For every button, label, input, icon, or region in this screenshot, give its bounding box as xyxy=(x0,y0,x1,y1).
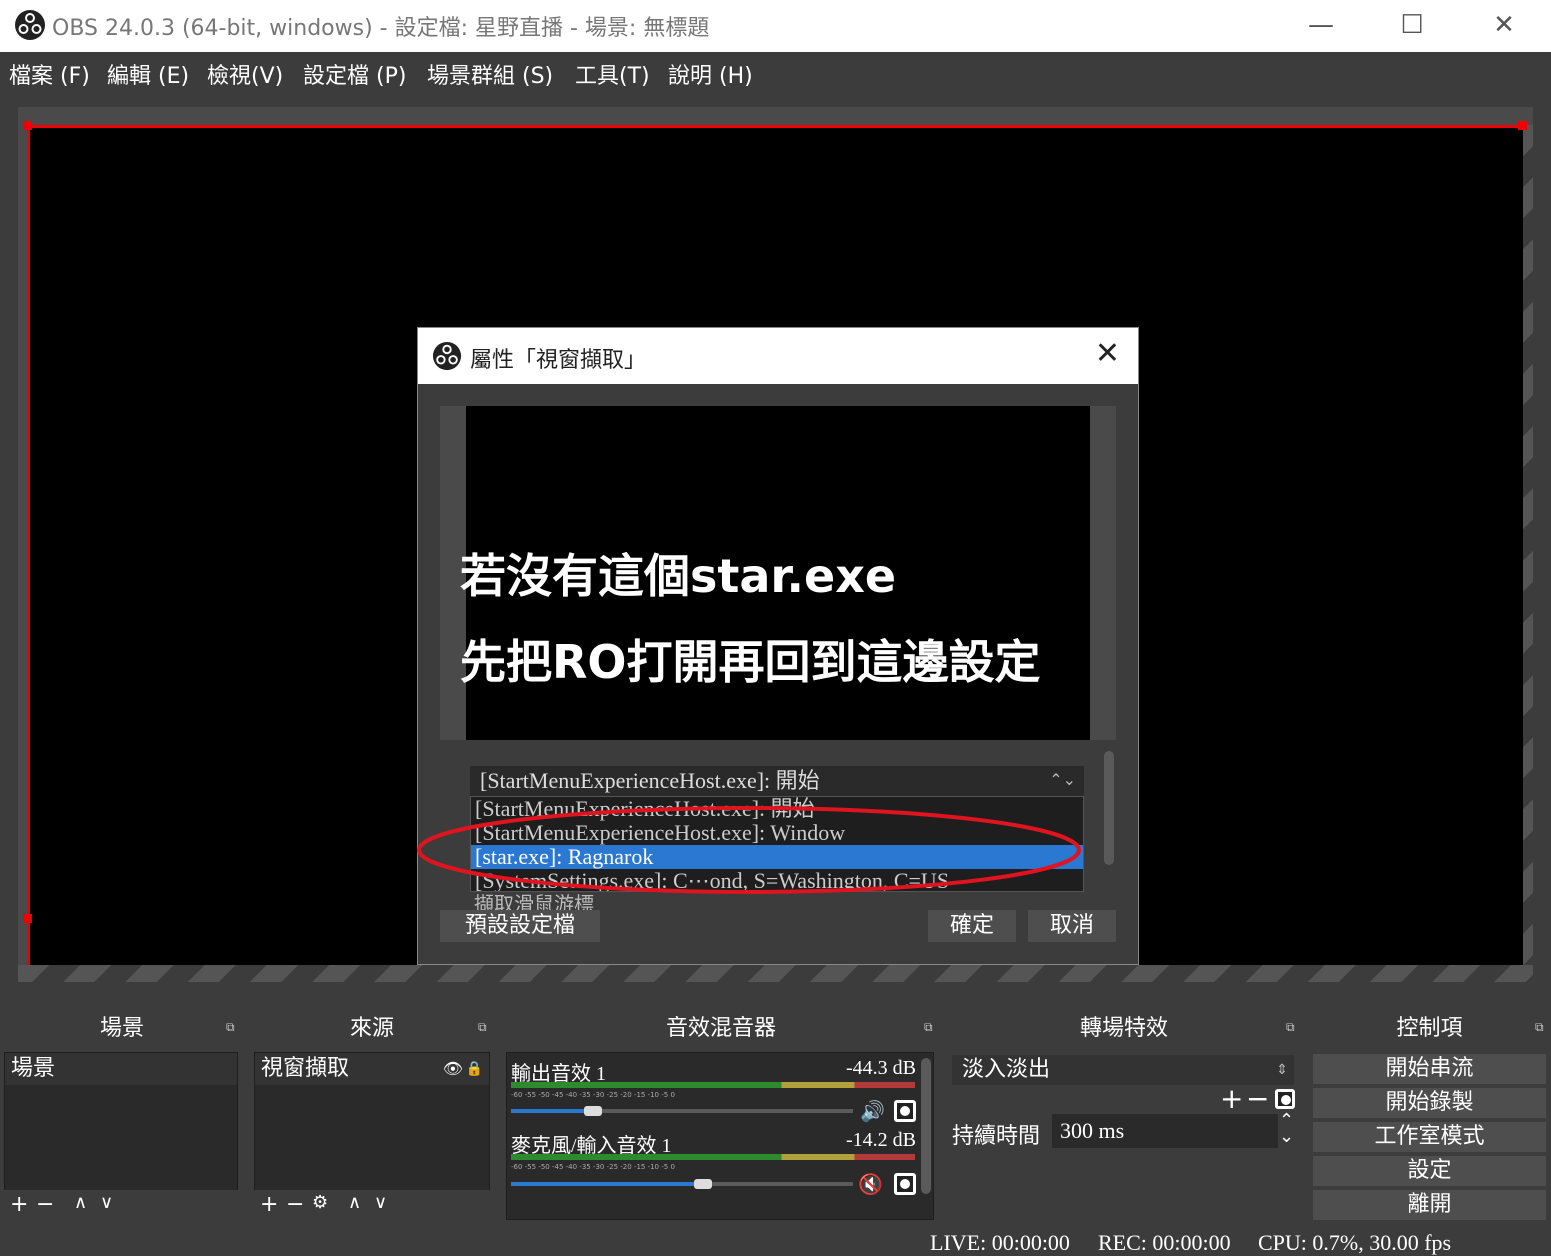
meter-ticks: -60 -55 -50 -45 -40 -35 -30 -25 -20 -15 … xyxy=(511,1091,675,1099)
volume-slider-fill xyxy=(511,1182,703,1186)
resize-handle-top-left[interactable] xyxy=(23,121,32,130)
scenes-list[interactable]: 場景 xyxy=(4,1052,238,1192)
dock-float-icon[interactable]: ⧉ xyxy=(226,1020,235,1035)
transition-select-value: 淡入淡出 xyxy=(962,1057,1051,1082)
volume-meter xyxy=(511,1154,915,1160)
minimize-button[interactable]: — xyxy=(1275,0,1367,52)
menu-scene-collection[interactable]: 場景群組 (S) xyxy=(427,58,553,90)
instruction-text-line2: 先把RO打開再回到這邊設定 xyxy=(460,635,1041,689)
mixer-scrollbar[interactable] xyxy=(921,1058,931,1194)
source-item[interactable]: 視窗擷取 👁 🔒 xyxy=(255,1053,489,1085)
defaults-button[interactable]: 預設設定檔 xyxy=(440,910,600,942)
dock-float-icon[interactable]: ⧉ xyxy=(1286,1020,1295,1035)
meter-ticks: -60 -55 -50 -45 -40 -35 -30 -25 -20 -15 … xyxy=(511,1163,675,1171)
window-dropdown-list[interactable]: [StartMenuExperienceHost.exe]: 開始 [Start… xyxy=(470,796,1084,892)
source-item-label: 視窗擷取 xyxy=(261,1056,350,1081)
volume-slider-knob[interactable] xyxy=(694,1179,712,1189)
transition-settings-icon[interactable] xyxy=(1275,1089,1295,1109)
resize-handle-top-right[interactable] xyxy=(1518,121,1527,130)
add-source-button[interactable]: + xyxy=(260,1192,278,1217)
eye-icon[interactable]: 👁 xyxy=(443,1053,463,1085)
volume-meter xyxy=(511,1082,915,1088)
menu-bar: 檔案 (F) 編輯 (E) 檢視(V) 設定檔 (P) 場景群組 (S) 工具(… xyxy=(0,52,1551,92)
scenes-toolbar: + − ∧ ∨ xyxy=(4,1190,238,1220)
move-down-button[interactable]: ∨ xyxy=(374,1192,387,1213)
remove-source-button[interactable]: − xyxy=(286,1192,304,1217)
remove-scene-button[interactable]: − xyxy=(36,1192,54,1217)
audio-settings-icon[interactable] xyxy=(894,1173,916,1195)
studio-mode-button[interactable]: 工作室模式 xyxy=(1313,1122,1546,1152)
resize-handle-left[interactable] xyxy=(23,914,32,923)
transitions-dock-title: 轉場特效 xyxy=(946,1010,1302,1048)
dock-float-icon[interactable]: ⧉ xyxy=(1535,1020,1544,1035)
volume-slider-knob[interactable] xyxy=(584,1106,602,1116)
start-recording-button[interactable]: 開始錄製 xyxy=(1313,1088,1546,1118)
dialog-close-icon[interactable]: ✕ xyxy=(1095,336,1120,371)
remove-transition-button[interactable]: − xyxy=(1246,1082,1269,1115)
dock-float-icon[interactable]: ⧉ xyxy=(478,1020,487,1035)
dock-float-icon[interactable]: ⧉ xyxy=(924,1020,933,1035)
dropdown-option[interactable]: [StartMenuExperienceHost.exe]: Window xyxy=(471,821,1083,845)
window-titlebar[interactable]: OBS 24.0.3 (64-bit, windows) - 設定檔: 星野直播… xyxy=(0,0,1551,52)
move-up-button[interactable]: ∧ xyxy=(74,1192,87,1213)
preview-edge-stripes-right xyxy=(1523,125,1533,982)
muted-speaker-icon[interactable]: 🔇 xyxy=(858,1172,883,1196)
menu-view[interactable]: 檢視(V) xyxy=(207,58,283,90)
transition-select[interactable]: 淡入淡出 ⇕ xyxy=(952,1055,1294,1085)
sources-dock-title: 來源 xyxy=(250,1010,494,1048)
move-down-button[interactable]: ∨ xyxy=(100,1192,113,1213)
dialog-title: 屬性「視窗擷取」 xyxy=(470,348,647,373)
obs-logo-icon xyxy=(432,341,462,371)
add-scene-button[interactable]: + xyxy=(10,1192,28,1217)
preview-edge-stripes-bottom xyxy=(18,965,1533,982)
window-title: OBS 24.0.3 (64-bit, windows) - 設定檔: 星野直播… xyxy=(52,16,710,41)
rec-timer: REC: 00:00:00 xyxy=(1098,1230,1231,1255)
menu-help[interactable]: 說明 (H) xyxy=(668,58,753,90)
dialog-titlebar[interactable]: 屬性「視窗擷取」 ✕ xyxy=(418,328,1138,384)
scenes-dock-title: 場景 xyxy=(0,1010,244,1048)
obs-logo-icon xyxy=(15,10,45,40)
controls-dock-title: 控制項 xyxy=(1308,1010,1551,1048)
gear-icon[interactable]: ⚙ xyxy=(312,1192,328,1213)
audio-settings-icon[interactable] xyxy=(894,1100,916,1122)
speaker-icon[interactable]: 🔊 xyxy=(860,1099,885,1123)
duration-input[interactable]: 300 ms xyxy=(1052,1114,1278,1148)
ok-button[interactable]: 確定 xyxy=(928,910,1016,942)
start-streaming-button[interactable]: 開始串流 xyxy=(1313,1054,1546,1084)
chevron-updown-icon: ⌃⌄ xyxy=(1049,772,1076,789)
menu-edit[interactable]: 編輯 (E) xyxy=(107,58,189,90)
mixer-channel-db: -14.2 dB xyxy=(846,1129,916,1151)
live-timer: LIVE: 00:00:00 xyxy=(930,1230,1070,1255)
dropdown-option-highlighted[interactable]: [star.exe]: Ragnarok xyxy=(471,845,1083,869)
scene-item[interactable]: 場景 xyxy=(5,1053,237,1085)
mixer-channel-db: -44.3 dB xyxy=(846,1057,916,1079)
add-transition-button[interactable]: + xyxy=(1220,1082,1243,1115)
menu-tools[interactable]: 工具(T) xyxy=(575,58,650,90)
dialog-scrollbar[interactable] xyxy=(1104,751,1114,865)
sources-toolbar: + − ⚙ ∧ ∨ xyxy=(254,1190,490,1220)
lock-icon[interactable]: 🔒 xyxy=(466,1053,483,1085)
maximize-button[interactable]: ☐ xyxy=(1366,0,1458,52)
dropdown-option[interactable]: [SystemSettings.exe]: C⋯ond, S=Washingto… xyxy=(471,869,1083,892)
exit-button[interactable]: 離開 xyxy=(1313,1190,1546,1220)
instruction-text-line1: 若沒有這個star.exe xyxy=(460,549,897,603)
close-button[interactable]: ✕ xyxy=(1458,0,1550,52)
cancel-button[interactable]: 取消 xyxy=(1028,910,1116,942)
stepper-down-icon[interactable]: ⌄ xyxy=(1279,1128,1294,1146)
cpu-fps: CPU: 0.7%, 30.00 fps xyxy=(1258,1230,1452,1255)
volume-slider-fill xyxy=(511,1109,593,1113)
chevron-updown-icon: ⇕ xyxy=(1276,1062,1288,1078)
settings-button[interactable]: 設定 xyxy=(1313,1156,1546,1186)
menu-profile[interactable]: 設定檔 (P) xyxy=(303,58,406,90)
move-up-button[interactable]: ∧ xyxy=(348,1192,361,1213)
duration-label: 持續時間 xyxy=(952,1124,1041,1149)
window-select[interactable]: [StartMenuExperienceHost.exe]: 開始 ⌃⌄ xyxy=(470,766,1084,796)
status-bar: LIVE: 00:00:00 REC: 00:00:00 CPU: 0.7%, … xyxy=(0,1228,1551,1256)
dropdown-option[interactable]: [StartMenuExperienceHost.exe]: 開始 xyxy=(471,797,1083,821)
properties-dialog: 屬性「視窗擷取」 ✕ 若沒有這個star.exe 先把RO打開再回到這邊設定 [… xyxy=(417,327,1139,965)
sources-list[interactable]: 視窗擷取 👁 🔒 xyxy=(254,1052,490,1192)
mixer-dock-title: 音效混音器 xyxy=(502,1010,940,1048)
window-select-value: [StartMenuExperienceHost.exe]: 開始 xyxy=(480,768,820,793)
menu-file[interactable]: 檔案 (F) xyxy=(9,58,90,90)
